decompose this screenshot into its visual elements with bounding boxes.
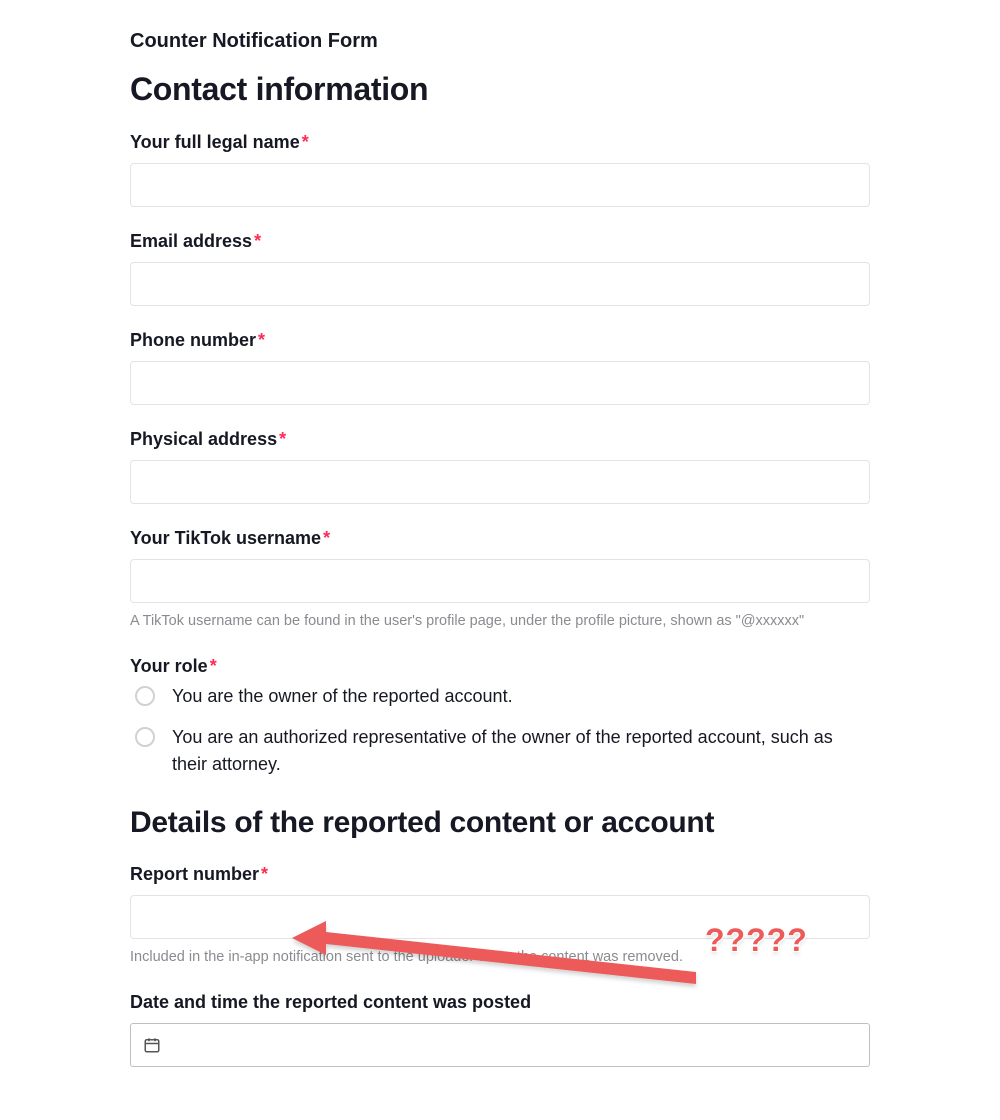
field-datetime: Date and time the reported content was p…	[130, 992, 870, 1067]
helper-username: A TikTok username can be found in the us…	[130, 611, 870, 632]
required-asterisk: *	[302, 132, 309, 152]
field-report-number: Report number* Included in the in-app no…	[130, 864, 870, 968]
field-address: Physical address*	[130, 429, 870, 504]
label-report-number-text: Report number	[130, 864, 259, 884]
input-phone[interactable]	[130, 361, 870, 405]
field-full-name: Your full legal name*	[130, 132, 870, 207]
helper-report-number: Included in the in-app notification sent…	[130, 947, 870, 968]
required-asterisk: *	[254, 231, 261, 251]
label-phone: Phone number*	[130, 330, 870, 351]
input-datetime[interactable]	[130, 1023, 870, 1067]
input-address[interactable]	[130, 460, 870, 504]
field-email: Email address*	[130, 231, 870, 306]
required-asterisk: *	[279, 429, 286, 449]
field-role: Your role* You are the owner of the repo…	[130, 656, 870, 778]
label-role: Your role*	[130, 656, 870, 677]
label-address: Physical address*	[130, 429, 870, 450]
role-option-owner-text: You are the owner of the reported accoun…	[172, 683, 513, 710]
field-phone: Phone number*	[130, 330, 870, 405]
role-radio-group: You are the owner of the reported accoun…	[130, 683, 870, 778]
radio-representative[interactable]	[135, 727, 155, 747]
label-full-name: Your full legal name*	[130, 132, 870, 153]
input-full-name[interactable]	[130, 163, 870, 207]
label-email-text: Email address	[130, 231, 252, 251]
form-title: Counter Notification Form	[130, 30, 870, 53]
required-asterisk: *	[258, 330, 265, 350]
label-full-name-text: Your full legal name	[130, 132, 300, 152]
required-asterisk: *	[210, 656, 217, 676]
role-option-representative-text: You are an authorized representative of …	[172, 724, 870, 778]
label-datetime-text: Date and time the reported content was p…	[130, 992, 531, 1012]
radio-owner[interactable]	[135, 686, 155, 706]
label-username-text: Your TikTok username	[130, 528, 321, 548]
role-option-representative[interactable]: You are an authorized representative of …	[130, 724, 870, 778]
label-username: Your TikTok username*	[130, 528, 870, 549]
section-contact-heading: Contact information	[130, 71, 870, 108]
required-asterisk: *	[323, 528, 330, 548]
label-address-text: Physical address	[130, 429, 277, 449]
label-role-text: Your role	[130, 656, 208, 676]
input-email[interactable]	[130, 262, 870, 306]
label-email: Email address*	[130, 231, 870, 252]
field-username: Your TikTok username* A TikTok username …	[130, 528, 870, 632]
label-phone-text: Phone number	[130, 330, 256, 350]
input-username[interactable]	[130, 559, 870, 603]
input-report-number[interactable]	[130, 895, 870, 939]
role-option-owner[interactable]: You are the owner of the reported accoun…	[130, 683, 870, 710]
label-report-number: Report number*	[130, 864, 870, 885]
calendar-icon	[143, 1036, 161, 1054]
label-datetime: Date and time the reported content was p…	[130, 992, 870, 1013]
form-page: Counter Notification Form Contact inform…	[0, 0, 1000, 1120]
section-details-heading: Details of the reported content or accou…	[130, 806, 870, 840]
required-asterisk: *	[261, 864, 268, 884]
